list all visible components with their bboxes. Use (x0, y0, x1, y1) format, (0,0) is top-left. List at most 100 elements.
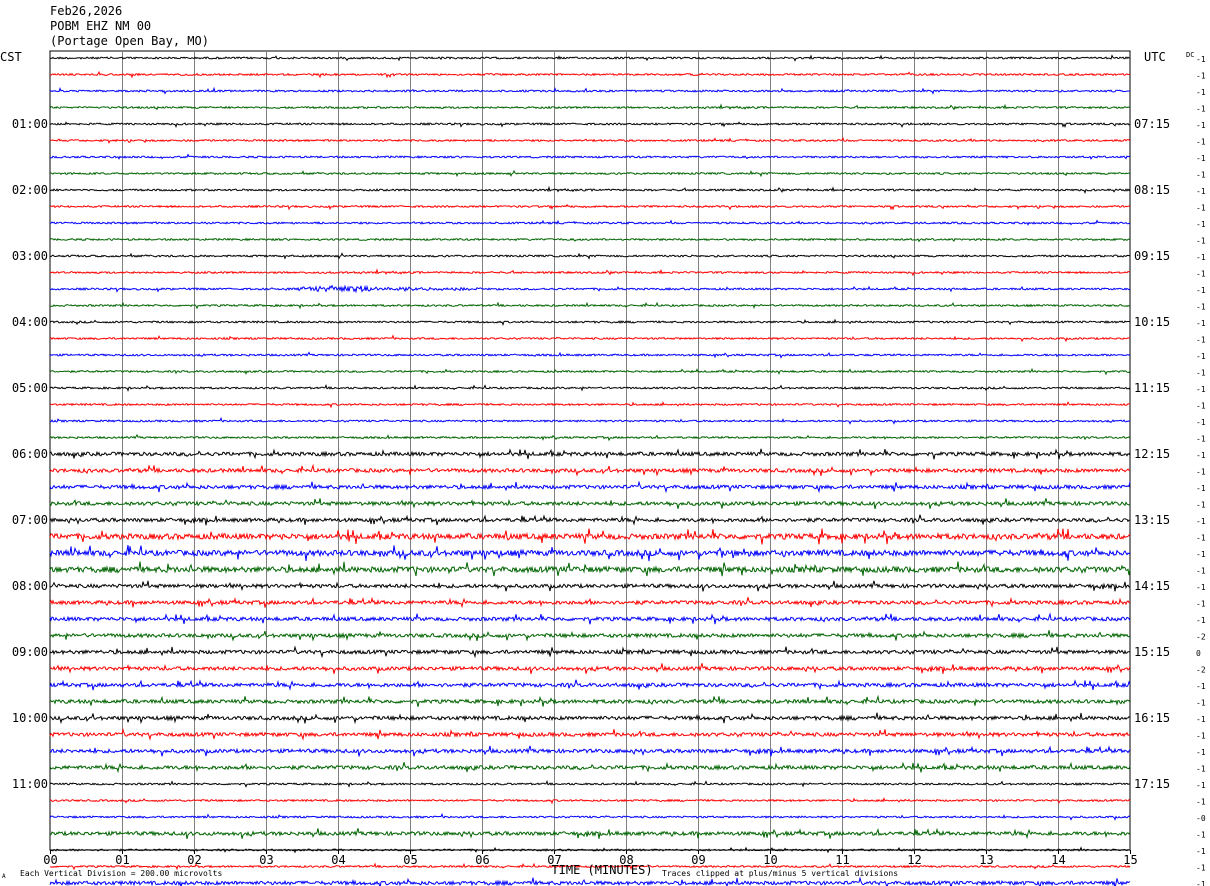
x-tick-label: 02 (187, 853, 201, 867)
trace-line (49, 54, 1131, 62)
utc-hour-label: 07:15 (1134, 117, 1170, 131)
dc-offset-label: -1 (1196, 550, 1206, 559)
trace-line (49, 203, 1131, 211)
dc-offset-label: -1 (1196, 501, 1206, 510)
cst-axis-title: CST (0, 50, 22, 64)
cst-hour-label: 11:00 (12, 777, 48, 791)
trace-line (49, 630, 1131, 642)
trace-line (49, 103, 1131, 111)
utc-hour-label: 13:15 (1134, 513, 1170, 527)
trace-line (49, 480, 1131, 494)
dc-offset-label: -1 (1196, 336, 1206, 345)
trace-line (49, 463, 1131, 477)
x-tick-label: 01 (115, 853, 129, 867)
dc-offset-label: -1 (1196, 72, 1206, 81)
trace-line (49, 612, 1131, 625)
x-tick-label: 06 (475, 853, 489, 867)
x-tick-label: 10 (763, 853, 777, 867)
utc-hour-label: 15:15 (1134, 645, 1170, 659)
trace-line (49, 383, 1131, 392)
dc-offset-label: -1 (1196, 352, 1206, 361)
dc-offset-label: -1 (1196, 600, 1206, 609)
dc-offset-label: -1 (1196, 468, 1206, 477)
station-label: POBM EHZ NM 00 (50, 19, 152, 33)
trace-line (49, 448, 1131, 460)
trace-line (49, 514, 1131, 526)
trace-line (49, 745, 1131, 757)
dc-offset-label: -1 (1196, 715, 1206, 724)
dc-offset-label: -1 (1196, 880, 1206, 886)
utc-axis-title: UTC (1144, 50, 1166, 64)
x-tick-label: 05 (403, 853, 417, 867)
dc-offset-label: -1 (1196, 781, 1206, 790)
dc-offset-label: -1 (1196, 451, 1206, 460)
trace-line (50, 827, 1131, 840)
trace-line (50, 70, 1131, 79)
utc-hour-label: 08:15 (1134, 183, 1170, 197)
dc-offset-label: -1 (1196, 517, 1206, 526)
trace-line (49, 779, 1131, 788)
x-tick-label: 09 (691, 853, 705, 867)
utc-hour-label: 14:15 (1134, 579, 1170, 593)
dc-offset-label: -1 (1196, 732, 1206, 741)
dc-label: DC (1186, 51, 1194, 59)
dc-offset-label: -1 (1196, 204, 1206, 213)
trace-line (49, 812, 1131, 821)
trace-line (49, 596, 1131, 609)
dc-offset-label: -1 (1196, 121, 1206, 130)
scale-note: Each Vertical Division = 200.00 microvol… (20, 869, 222, 878)
dc-offset-label: -1 (1196, 435, 1206, 444)
utc-hour-label: 10:15 (1134, 315, 1170, 329)
x-tick-label: 00 (43, 853, 57, 867)
cst-hour-label: 08:00 (12, 579, 48, 593)
dc-offset-label: -1 (1196, 286, 1206, 295)
trace-line (49, 433, 1131, 442)
dc-offset-label: -2 (1196, 666, 1206, 675)
trace-line (49, 351, 1131, 359)
trace-line (49, 334, 1131, 343)
plot-frame (49, 50, 1131, 851)
dc-offset-label: -1 (1196, 369, 1206, 378)
location-label: (Portage Open Bay, MO) (50, 34, 209, 48)
trace-line (49, 121, 1131, 129)
dc-offset-label: 0 (1196, 649, 1201, 658)
trace-line (49, 318, 1131, 327)
dc-offset-label: -1 (1196, 864, 1206, 873)
trace-line (49, 679, 1131, 691)
utc-hour-label: 16:15 (1134, 711, 1170, 725)
x-tick-label: 15 (1123, 853, 1137, 867)
clip-note: Traces clipped at plus/minus 5 vertical … (662, 869, 898, 878)
x-tick-label: 13 (979, 853, 993, 867)
dc-offset-label: -1 (1196, 765, 1206, 774)
trace-line (49, 727, 1131, 741)
cst-hour-label: 01:00 (12, 117, 48, 131)
cst-hour-label: 03:00 (12, 249, 48, 263)
trace-line (49, 580, 1131, 592)
trace-line (49, 237, 1131, 243)
trace-line (49, 528, 1131, 545)
dc-offset-label: -0 (1196, 814, 1206, 823)
dc-offset-label: -1 (1196, 270, 1206, 279)
trace-line (49, 136, 1131, 145)
utc-hour-label: 17:15 (1134, 777, 1170, 791)
trace-line (49, 712, 1131, 725)
dc-offset-label: -1 (1196, 171, 1206, 180)
dc-offset-label: -1 (1196, 567, 1206, 576)
dc-offset-label: -2 (1196, 633, 1206, 642)
dc-offset-label: -1 (1196, 418, 1206, 427)
trace-line (49, 498, 1130, 510)
dc-offset-label: -1 (1196, 798, 1206, 807)
trace-line (49, 645, 1131, 659)
trace-line (49, 545, 1131, 562)
trace-line (49, 284, 1131, 294)
dc-offset-label: -1 (1196, 319, 1206, 328)
trace-line (49, 694, 1131, 707)
trace-line (49, 219, 1131, 226)
trace-line (49, 663, 1131, 675)
dc-offset-label: -1 (1196, 55, 1206, 64)
dc-offset-label: -1 (1196, 847, 1206, 856)
cst-hour-label: 07:00 (12, 513, 48, 527)
trace-line (49, 876, 1131, 886)
cst-hour-label: 06:00 (12, 447, 48, 461)
trace-line (49, 169, 1131, 178)
